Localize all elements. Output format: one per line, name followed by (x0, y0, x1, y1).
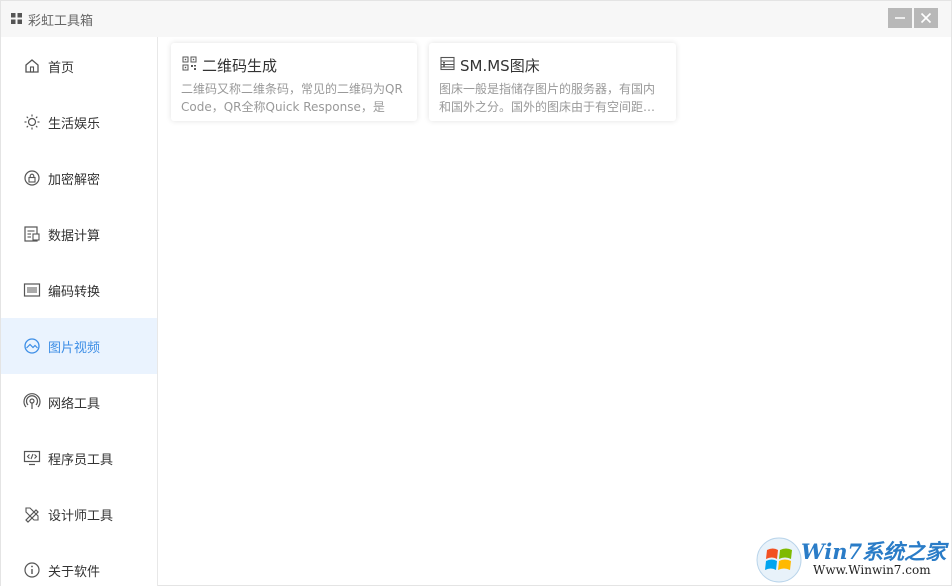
info-icon (24, 562, 40, 578)
sidebar-item-label: 数据计算 (48, 228, 101, 244)
sidebar-item-home[interactable]: 首页 (1, 38, 157, 94)
lock-icon (24, 170, 40, 186)
sidebar-item-label: 图片视频 (48, 340, 101, 356)
card-description: 二维码又称二维条码，常见的二维码为QR Code，QR全称Quick Respo… (181, 82, 403, 114)
sidebar-item-label: 关于软件 (48, 564, 101, 580)
watermark-brand: Win7系统之家 (801, 539, 947, 564)
sidebar-item-life[interactable]: 生活娱乐 (1, 94, 157, 150)
sidebar-item-label: 首页 (48, 60, 75, 76)
sidebar-item-label: 编码转换 (48, 284, 101, 300)
windows-logo-icon (756, 537, 802, 583)
sun-icon (24, 114, 40, 130)
app-title: 彩虹工具箱 (28, 14, 94, 29)
sidebar-item-about[interactable]: 关于软件 (1, 542, 157, 586)
sidebar-item-label: 设计师工具 (48, 508, 114, 524)
title-bar[interactable]: 彩虹工具箱 (1, 1, 951, 37)
sidebar-item-label: 网络工具 (48, 396, 101, 412)
sidebar-item-designer[interactable]: 设计师工具 (1, 486, 157, 542)
sidebar-item-data-calc[interactable]: 数据计算 (1, 206, 157, 262)
sidebar-item-crypto[interactable]: 加密解密 (1, 150, 157, 206)
sidebar-item-label: 生活娱乐 (48, 116, 101, 132)
code-icon (23, 450, 41, 466)
image-icon (24, 338, 40, 354)
sidebar-item-label: 程序员工具 (48, 452, 114, 468)
network-icon (23, 393, 41, 409)
sidebar-item-label: 加密解密 (48, 172, 101, 188)
tool-card-smms[interactable]: SM.MS图床 图床一般是指储存图片的服务器，有国内和国外之分。国外的图床由于有… (429, 43, 676, 121)
sidebar: 首页 生活娱乐 加密解密 数据计算 编码转换 图片视频 网络工具 程序员工具 设… (1, 37, 158, 586)
sidebar-item-network[interactable]: 网络工具 (1, 374, 157, 430)
grid-icon (11, 13, 22, 24)
calculator-icon (24, 226, 40, 242)
qrcode-icon (182, 56, 197, 71)
sidebar-item-encoding[interactable]: 编码转换 (1, 262, 157, 318)
sidebar-item-image-video[interactable]: 图片视频 (1, 318, 157, 374)
app-window: 彩虹工具箱 首页 生活娱乐 加密解密 数据计算 编码转换 图片视频 网络工具 程… (0, 0, 952, 586)
sidebar-item-programmer[interactable]: 程序员工具 (1, 430, 157, 486)
close-icon (920, 12, 932, 24)
watermark: Win7系统之家 Www.Winwin7.com (753, 534, 949, 584)
watermark-url: Www.Winwin7.com (813, 563, 931, 577)
card-title: 二维码生成 (202, 57, 278, 75)
minimize-icon (895, 17, 905, 19)
card-description: 图床一般是指储存图片的服务器，有国内和国外之分。国外的图床由于有空间距… (439, 82, 656, 114)
barcode-icon (23, 283, 41, 297)
tool-card-qrcode[interactable]: 二维码生成 二维码又称二维条码，常见的二维码为QR Code，QR全称Quick… (171, 43, 417, 121)
home-icon (25, 59, 39, 73)
design-tools-icon (25, 507, 39, 523)
card-title: SM.MS图床 (460, 57, 540, 75)
image-host-icon (440, 56, 455, 71)
minimize-button[interactable] (888, 8, 912, 28)
close-button[interactable] (914, 8, 938, 28)
